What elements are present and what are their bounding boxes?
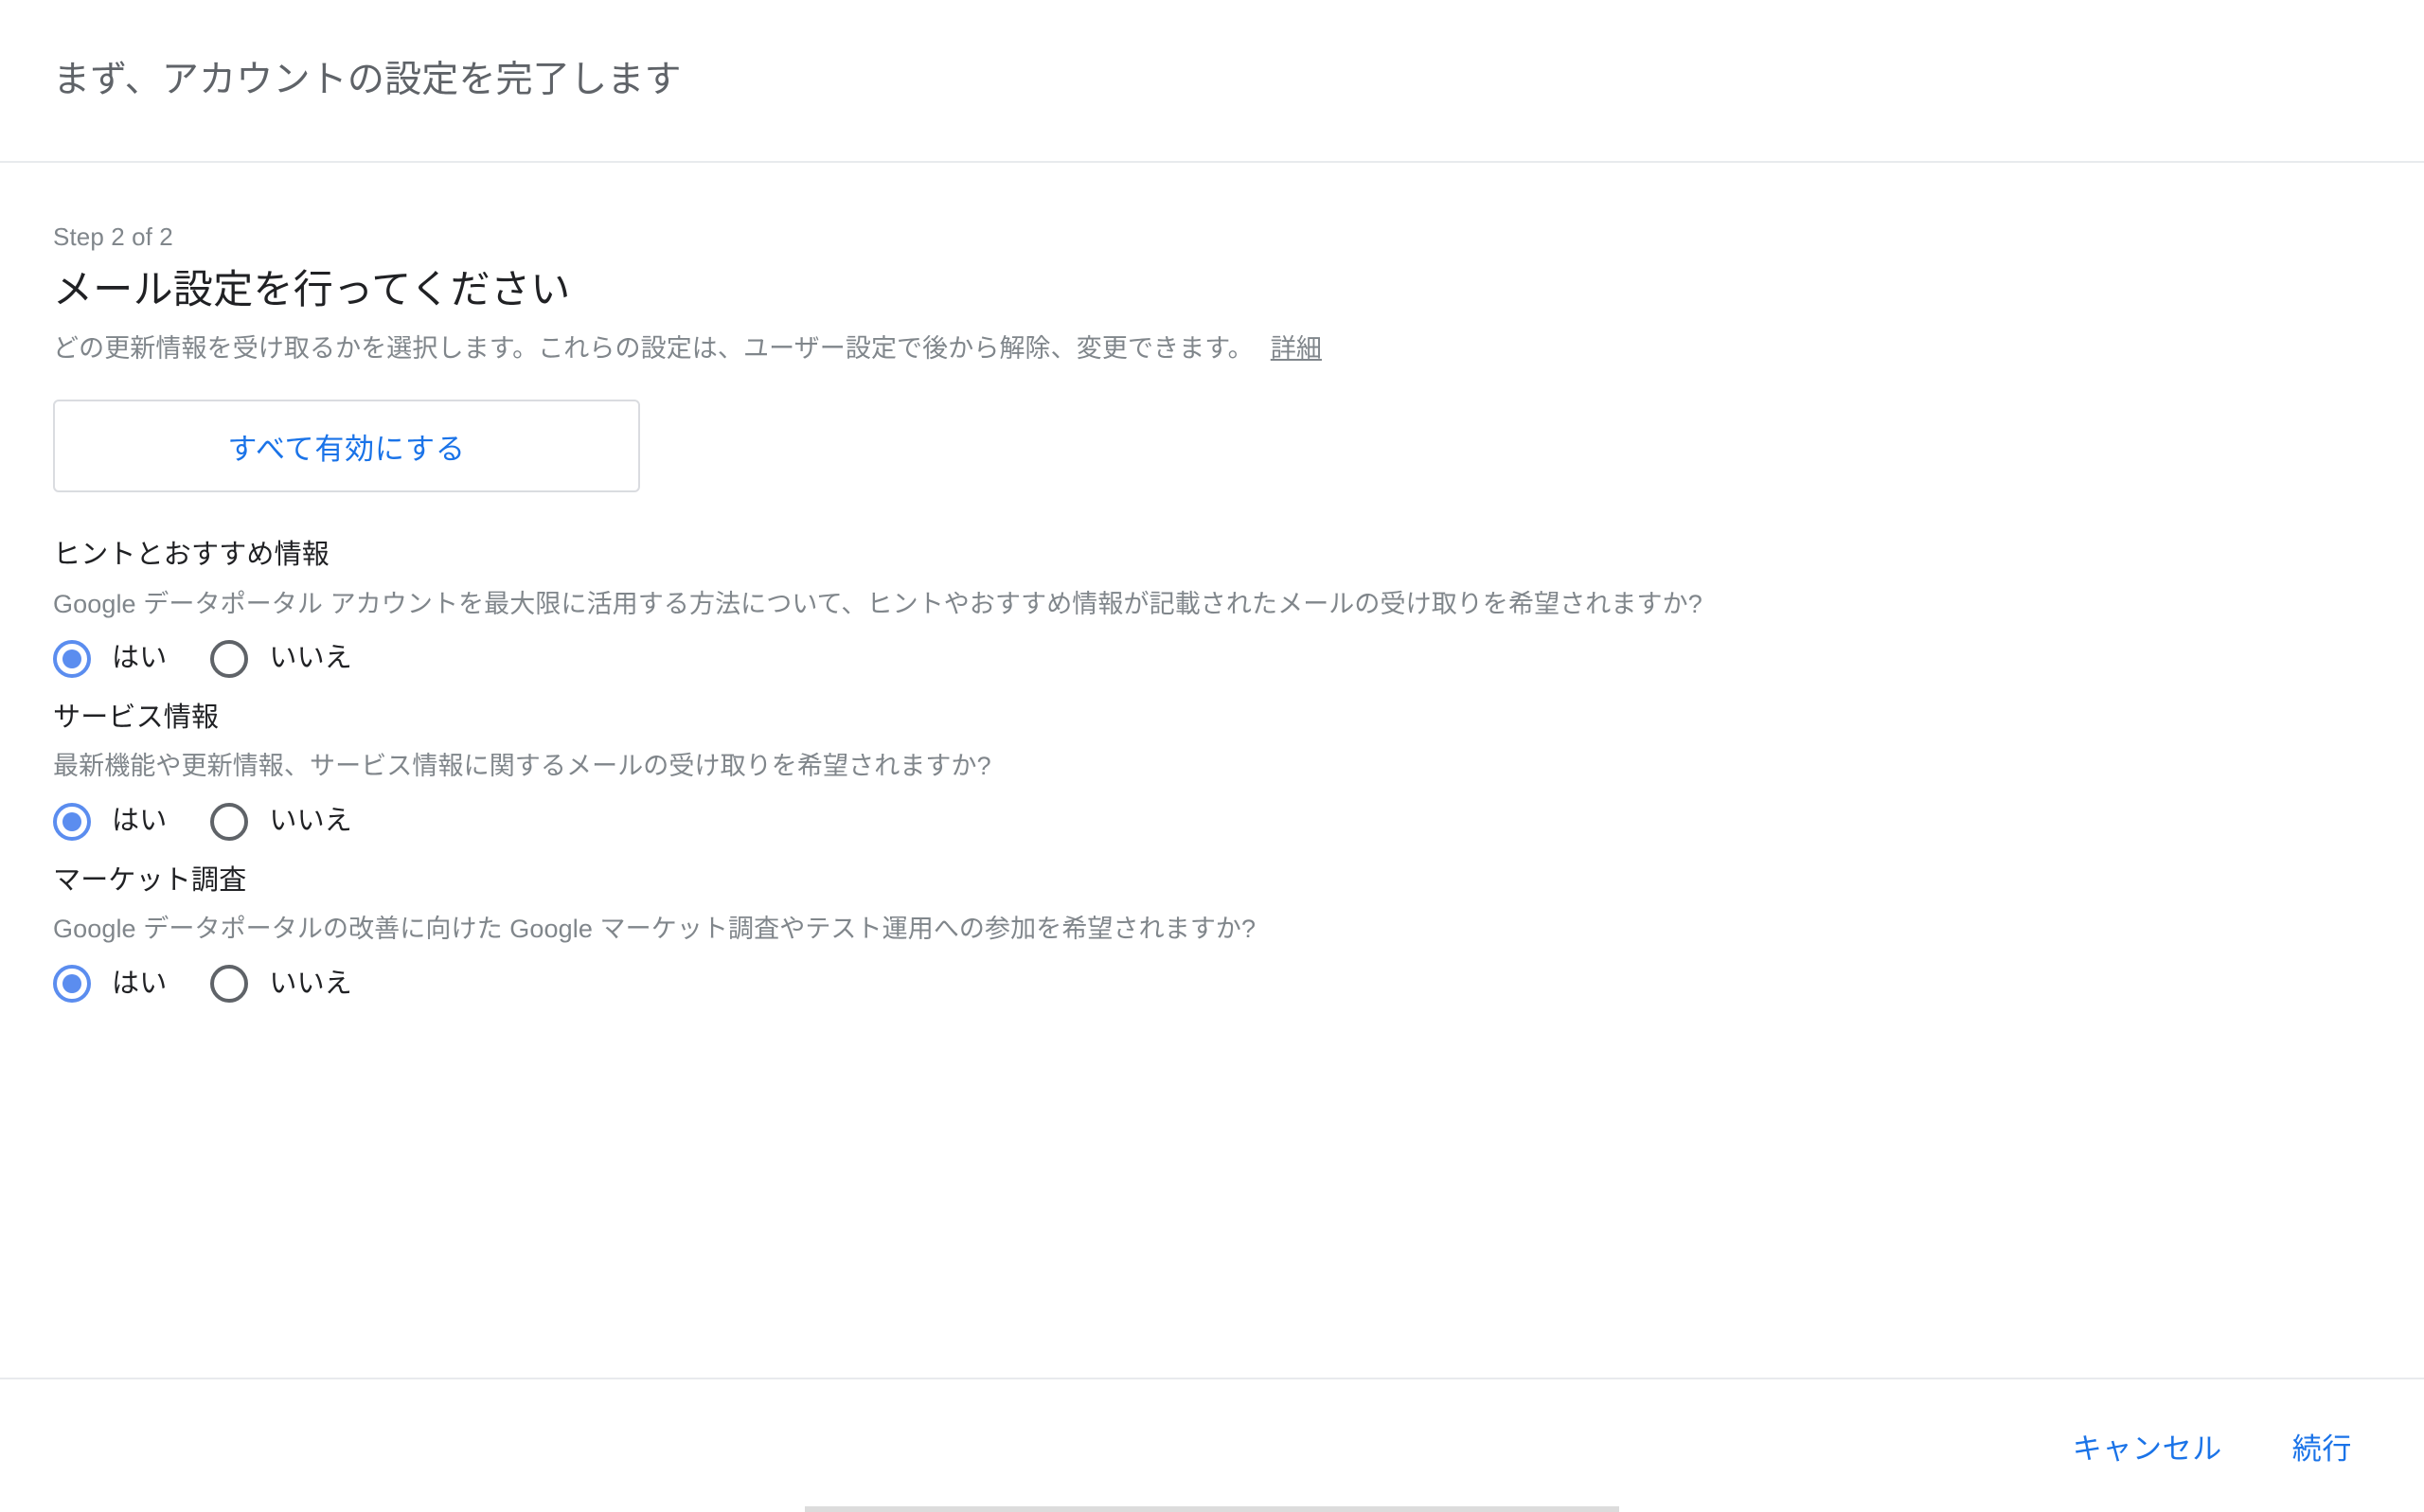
preference-question: Google データポータル アカウントを最大限に活用する方法について、ヒントや…: [53, 589, 1702, 618]
radio-label: はい: [112, 968, 168, 999]
preference-question: Google データポータルの改善に向けた Google マーケット調査やテスト…: [53, 915, 1257, 944]
radio-group-market-research: はい いいえ: [53, 965, 2371, 1004]
radio-label: はい: [112, 643, 168, 674]
radio-selected-icon: [53, 802, 91, 841]
radio-label: いいえ: [269, 643, 353, 674]
dialog-body: Step 2 of 2 メール設定を行ってください どの更新情報を受け取るかを選…: [0, 163, 2424, 1378]
radio-market-research-no[interactable]: いいえ: [210, 965, 353, 1004]
radio-unselected-icon: [210, 802, 249, 841]
preference-title: マーケット調査: [53, 864, 247, 896]
radio-unselected-icon: [210, 639, 249, 678]
preference-group-service-info: サービス情報 最新機能や更新情報、サービス情報に関するメールの受け取りを希望され…: [53, 699, 2371, 841]
page-title: まず、アカウントの設定を完了します: [53, 59, 682, 100]
learn-more-link[interactable]: 詳細: [1271, 334, 1322, 363]
enable-all-button[interactable]: すべて有効にする: [53, 400, 640, 493]
preference-title: ヒントとおすすめ情報: [53, 540, 330, 571]
dialog-footer: キャンセル 続行: [0, 1378, 2424, 1512]
radio-label: いいえ: [269, 968, 353, 999]
radio-unselected-icon: [210, 965, 249, 1004]
radio-group-service-info: はい いいえ: [53, 802, 2371, 841]
preference-question: 最新機能や更新情報、サービス情報に関するメールの受け取りを希望されますか?: [53, 752, 991, 781]
preference-group-market-research: マーケット調査 Google データポータルの改善に向けた Google マーケ…: [53, 862, 2371, 1004]
step-description-text: どの更新情報を受け取るかを選択します。これらの設定は、ユーザー設定で後から解除、…: [53, 333, 1254, 363]
step-indicator: Step 2 of 2: [53, 222, 173, 251]
continue-button[interactable]: 続行: [2266, 1410, 2379, 1483]
radio-tips-no[interactable]: いいえ: [210, 639, 353, 678]
window-bottom-edge: [0, 1506, 2424, 1512]
dialog-header: まず、アカウントの設定を完了します: [0, 0, 2424, 163]
step-description: どの更新情報を受け取るかを選択します。これらの設定は、ユーザー設定で後から解除、…: [53, 330, 2371, 367]
radio-group-tips: はい いいえ: [53, 639, 2371, 678]
radio-label: いいえ: [269, 806, 353, 836]
radio-service-info-yes[interactable]: はい: [53, 802, 168, 841]
preference-title: サービス情報: [53, 702, 220, 733]
preference-group-tips: ヒントとおすすめ情報 Google データポータル アカウントを最大限に活用する…: [53, 536, 2371, 678]
radio-service-info-no[interactable]: いいえ: [210, 802, 353, 841]
step-heading: メール設定を行ってください: [53, 267, 571, 312]
cancel-button[interactable]: キャンセル: [2046, 1410, 2249, 1483]
onboarding-dialog: まず、アカウントの設定を完了します Step 2 of 2 メール設定を行ってく…: [0, 0, 2424, 1512]
radio-selected-icon: [53, 965, 91, 1004]
radio-selected-icon: [53, 639, 91, 678]
radio-market-research-yes[interactable]: はい: [53, 965, 168, 1004]
radio-label: はい: [112, 806, 168, 836]
radio-tips-yes[interactable]: はい: [53, 639, 168, 678]
